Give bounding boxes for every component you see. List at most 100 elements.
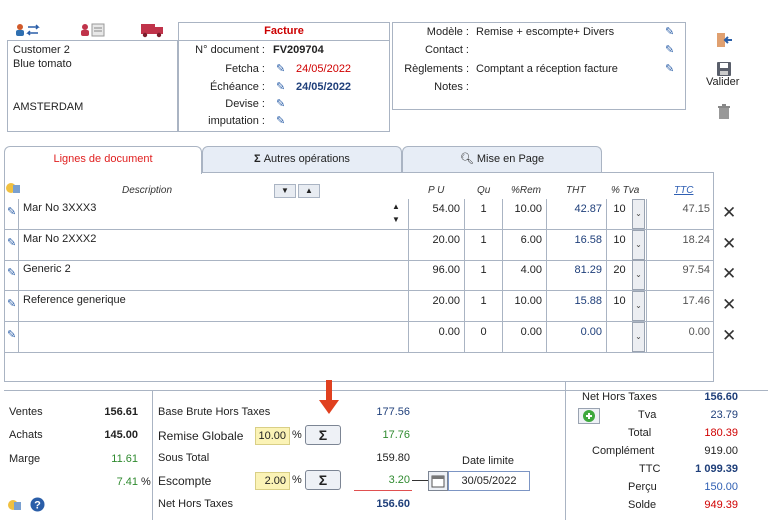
add-icon[interactable]	[578, 408, 600, 427]
cell-qu[interactable]: 1	[464, 260, 502, 291]
sort-down-button[interactable]: ▼	[274, 184, 296, 198]
cell-pu[interactable]: 20.00	[408, 291, 464, 322]
cell-ttc[interactable]: 0.00	[646, 322, 714, 353]
cell-rem[interactable]: 4.00	[502, 260, 546, 291]
echeance-edit-icon[interactable]: ✎	[276, 80, 285, 93]
delete-row-icon[interactable]: ✕	[722, 295, 736, 315]
escompte-sigma-button[interactable]: Σ	[305, 470, 341, 490]
row-edit-icon[interactable]: ✎	[7, 205, 16, 218]
cell-tva[interactable]: 10	[606, 230, 632, 261]
tva-dropdown-button[interactable]: ⌄	[632, 199, 645, 229]
imputation-edit-icon[interactable]: ✎	[276, 114, 285, 127]
table-row[interactable]: ✎ Mar No 2XXX2 20.00 1 6.00 16.58 10 18.24 ⌄	[4, 230, 714, 261]
date-limite-input[interactable]: 30/05/2022	[448, 471, 530, 491]
scroll-down-icon[interactable]: ▼	[392, 213, 400, 226]
settings-icon[interactable]	[7, 498, 21, 515]
tva-dropdown-button[interactable]: ⌄	[632, 322, 645, 352]
cell-desc[interactable]: Mar No 2XXX2	[18, 230, 408, 261]
grid-options-icon[interactable]	[6, 182, 20, 197]
exit-icon[interactable]	[716, 32, 734, 51]
totals-percu-value: 150.00	[704, 481, 738, 493]
cell-tht[interactable]: 81.29	[546, 260, 606, 291]
row-edit-icon[interactable]: ✎	[7, 266, 16, 279]
fetcha-value[interactable]: 24/05/2022	[296, 63, 351, 75]
echeance-label: Échéance :	[209, 81, 265, 93]
col-header-pu: P U	[428, 185, 445, 196]
remise-globale-label: Remise Globale	[158, 429, 244, 443]
tva-dropdown-button[interactable]: ⌄	[632, 230, 645, 260]
escompte-pct-input[interactable]: 2.00	[255, 472, 290, 490]
remise-pct-input[interactable]: 10.00	[255, 427, 290, 445]
svg-text:?: ?	[34, 500, 41, 512]
contact-edit-icon[interactable]: ✎	[665, 43, 674, 56]
tab-mise-en-page[interactable]: 🔍︎ Mise en Page	[402, 146, 602, 172]
calendar-icon[interactable]	[428, 471, 448, 491]
base-brute-value: 177.56	[376, 406, 410, 418]
cell-rem[interactable]: 0.00	[502, 322, 546, 353]
cell-pu[interactable]: 20.00	[408, 230, 464, 261]
cell-tht[interactable]: 15.88	[546, 291, 606, 322]
cell-tht[interactable]: 42.87	[546, 199, 606, 230]
cell-tht[interactable]: 16.58	[546, 230, 606, 261]
cell-pu[interactable]: 0.00	[408, 322, 464, 353]
scroll-up-icon[interactable]: ▲	[392, 200, 400, 213]
delete-row-icon[interactable]: ✕	[722, 264, 736, 284]
cell-rem[interactable]: 10.00	[502, 291, 546, 322]
reglements-edit-icon[interactable]: ✎	[665, 62, 674, 75]
echeance-value[interactable]: 24/05/2022	[296, 81, 351, 93]
cell-rem[interactable]: 10.00	[502, 199, 546, 230]
cell-tva[interactable]	[606, 322, 632, 353]
doc-number-value: FV209704	[273, 44, 324, 56]
cell-pu[interactable]: 54.00	[408, 199, 464, 230]
row-edit-icon[interactable]: ✎	[7, 328, 16, 341]
desc-scroll-control[interactable]: ▲ ▼	[392, 200, 400, 226]
cell-tva[interactable]: 10	[606, 291, 632, 322]
totals-ttc-label: TTC	[639, 463, 661, 475]
user-card-icon[interactable]	[80, 22, 106, 41]
table-row[interactable]: ✎ Mar No 3XXX3 54.00 1 10.00 42.87 10 47.15 ⌄ ▲ ▼	[4, 199, 714, 230]
trash-icon[interactable]	[717, 104, 731, 123]
cell-qu[interactable]: 1	[464, 291, 502, 322]
cell-qu[interactable]: 1	[464, 199, 502, 230]
tva-dropdown-button[interactable]: ⌄	[632, 260, 645, 290]
cell-ttc[interactable]: 97.54	[646, 260, 714, 291]
cell-ttc[interactable]: 17.46	[646, 291, 714, 322]
table-row[interactable]: ✎ Generic 2 96.00 1 4.00 81.29 20 97.54 ⌄	[4, 260, 714, 291]
devise-edit-icon[interactable]: ✎	[276, 97, 285, 110]
left-panel-divider	[152, 390, 153, 520]
delete-row-icon[interactable]: ✕	[722, 203, 736, 223]
cell-desc[interactable]	[18, 322, 408, 353]
delete-row-icon[interactable]: ✕	[722, 326, 736, 346]
cell-rem[interactable]: 6.00	[502, 230, 546, 261]
remise-sigma-button[interactable]: Σ	[305, 425, 341, 445]
cell-qu[interactable]: 1	[464, 230, 502, 261]
table-row[interactable]: ✎ Reference generique 20.00 1 10.00 15.88 10 17…	[4, 291, 714, 322]
tab-lignes-document[interactable]: Lignes de document	[4, 146, 202, 174]
sigma-icon: Σ	[254, 153, 261, 165]
valider-button[interactable]: Valider	[706, 76, 739, 88]
cell-desc[interactable]: Reference generique	[18, 291, 408, 322]
delete-row-icon[interactable]: ✕	[722, 234, 736, 254]
row-edit-icon[interactable]: ✎	[7, 297, 16, 310]
totals-solde-value: 949.39	[704, 499, 738, 511]
cell-tva[interactable]: 20	[606, 260, 632, 291]
cell-tht[interactable]: 0.00	[546, 322, 606, 353]
users-swap-icon[interactable]	[14, 22, 44, 41]
tab-autres-operations[interactable]: Σ Autres opérations	[202, 146, 402, 172]
table-row[interactable]: ✎ 0.00 0 0.00 0.00 0.00 ⌄	[4, 322, 714, 353]
cell-pu[interactable]: 96.00	[408, 260, 464, 291]
cell-tva[interactable]: 10	[606, 199, 632, 230]
sort-up-button[interactable]: ▲	[298, 184, 320, 198]
net-ht-label: Net Hors Taxes	[158, 498, 233, 510]
cell-ttc[interactable]: 18.24	[646, 230, 714, 261]
cell-qu[interactable]: 0	[464, 322, 502, 353]
row-edit-icon[interactable]: ✎	[7, 236, 16, 249]
fetcha-edit-icon[interactable]: ✎	[276, 62, 285, 75]
tva-dropdown-button[interactable]: ⌄	[632, 291, 645, 321]
cell-ttc[interactable]: 47.15	[646, 199, 714, 230]
modele-edit-icon[interactable]: ✎	[665, 25, 674, 38]
help-icon[interactable]: ?	[30, 497, 45, 515]
cell-desc[interactable]: Mar No 3XXX3	[18, 199, 408, 230]
cell-desc[interactable]: Generic 2	[18, 260, 408, 291]
truck-icon[interactable]	[140, 22, 166, 41]
